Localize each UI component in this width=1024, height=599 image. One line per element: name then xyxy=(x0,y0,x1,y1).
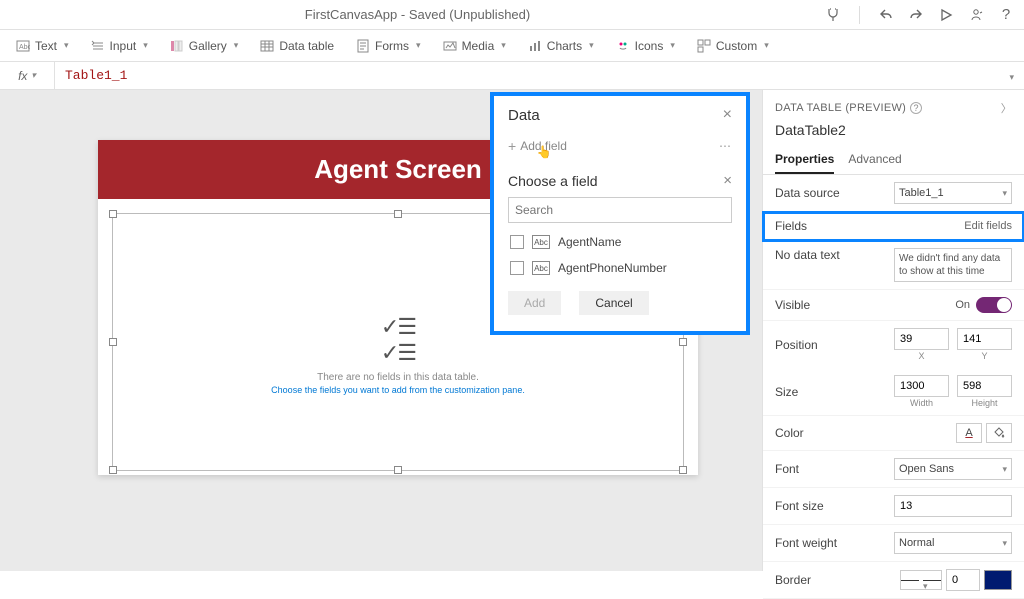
resize-handle[interactable] xyxy=(394,210,402,218)
data-pane: Data × + Add field 👆 ⋯ Choose a field × … xyxy=(490,92,750,335)
prop-label-nodata: No data text xyxy=(775,248,840,262)
more-icon[interactable]: ⋯ xyxy=(719,139,732,153)
cursor-icon: 👆 xyxy=(537,145,552,159)
insert-ribbon: Abc Text▾ Input▾ Gallery▾ Data table For… xyxy=(0,30,1024,62)
fontsize-input[interactable] xyxy=(894,495,1012,517)
field-option[interactable]: Abc AgentName xyxy=(508,229,732,255)
datasource-select[interactable]: Table1_1▾ xyxy=(894,182,1012,204)
border-width-input[interactable] xyxy=(946,569,980,591)
resize-handle[interactable] xyxy=(109,466,117,474)
svg-text:Abc: Abc xyxy=(19,44,30,51)
cancel-button[interactable]: Cancel xyxy=(579,291,648,315)
add-button[interactable]: Add xyxy=(508,291,561,315)
resize-handle[interactable] xyxy=(679,466,687,474)
share-icon[interactable] xyxy=(968,7,984,23)
prop-label-fontweight: Font weight xyxy=(775,536,837,550)
edit-fields-link[interactable]: Edit fields xyxy=(964,220,1012,232)
add-field-button[interactable]: + Add field 👆 xyxy=(508,138,586,154)
close-icon[interactable]: × xyxy=(723,106,732,124)
visible-toggle[interactable] xyxy=(976,297,1012,313)
help-icon[interactable]: ? xyxy=(998,7,1014,23)
border-style-select[interactable]: ▾ xyxy=(900,570,942,590)
fill-color-button[interactable] xyxy=(986,423,1012,443)
prop-label-position: Position xyxy=(775,338,818,352)
fontweight-select[interactable]: Normal▾ xyxy=(894,532,1012,554)
prop-label-fields: Fields xyxy=(775,219,807,233)
font-select[interactable]: Open Sans▾ xyxy=(894,458,1012,480)
formula-input[interactable] xyxy=(55,68,997,83)
choose-field-title: Choose a field xyxy=(508,173,598,189)
prop-label-font: Font xyxy=(775,462,799,476)
app-checker-icon[interactable] xyxy=(825,7,841,23)
text-type-icon: Abc xyxy=(532,235,550,249)
undo-icon[interactable] xyxy=(878,7,894,23)
ribbon-forms[interactable]: Forms▾ xyxy=(348,35,429,57)
border-color-swatch[interactable] xyxy=(984,570,1012,590)
size-w-input[interactable] xyxy=(894,375,949,397)
prop-label-visible: Visible xyxy=(775,298,810,312)
field-search-input[interactable] xyxy=(508,197,732,223)
tab-properties[interactable]: Properties xyxy=(775,146,834,174)
close-icon[interactable]: × xyxy=(723,172,732,189)
prop-label-color: Color xyxy=(775,426,804,440)
panel-expand-icon[interactable]: 〉 xyxy=(1001,100,1012,116)
ribbon-charts[interactable]: Charts▾ xyxy=(520,35,602,57)
prop-label-border: Border xyxy=(775,573,811,587)
tab-advanced[interactable]: Advanced xyxy=(848,146,901,174)
prop-label-fontsize: Font size xyxy=(775,499,824,513)
field-option[interactable]: Abc AgentPhoneNumber xyxy=(508,255,732,281)
data-pane-title: Data xyxy=(508,107,540,124)
ribbon-gallery[interactable]: Gallery▾ xyxy=(162,35,247,57)
ribbon-icons[interactable]: Icons▾ xyxy=(608,35,683,57)
redo-icon[interactable] xyxy=(908,7,924,23)
properties-panel: DATA TABLE (PREVIEW) ? 〉 DataTable2 Prop… xyxy=(762,90,1024,571)
ribbon-media[interactable]: Media▾ xyxy=(435,35,514,57)
ribbon-datatable[interactable]: Data table xyxy=(252,35,342,57)
font-color-button[interactable]: A xyxy=(956,423,982,443)
prop-label-datasource: Data source xyxy=(775,186,840,200)
nodata-text-input[interactable]: We didn't find any data to show at this … xyxy=(894,248,1012,282)
checkbox[interactable] xyxy=(510,261,524,275)
formula-expand-icon[interactable]: ▾ xyxy=(997,69,1024,83)
plus-icon: + xyxy=(508,138,516,154)
help-icon[interactable]: ? xyxy=(910,102,922,114)
app-title: FirstCanvasApp - Saved (Unpublished) xyxy=(10,7,825,22)
size-h-input[interactable] xyxy=(957,375,1012,397)
control-name: DataTable2 xyxy=(763,120,1024,146)
ribbon-text[interactable]: Abc Text▾ xyxy=(8,35,77,57)
position-y-input[interactable] xyxy=(957,328,1012,350)
prop-label-size: Size xyxy=(775,385,798,399)
panel-section-title: DATA TABLE (PREVIEW) xyxy=(775,102,906,114)
resize-handle[interactable] xyxy=(109,210,117,218)
empty-text-line1: There are no fields in this data table. xyxy=(113,372,683,383)
empty-text-line2: Choose the fields you want to add from t… xyxy=(113,385,683,395)
ribbon-input[interactable]: Input▾ xyxy=(83,35,156,57)
ribbon-custom[interactable]: Custom▾ xyxy=(689,35,777,57)
checkbox[interactable] xyxy=(510,235,524,249)
resize-handle[interactable] xyxy=(394,466,402,474)
position-x-input[interactable] xyxy=(894,328,949,350)
text-type-icon: Abc xyxy=(532,261,550,275)
fx-label[interactable]: fx▾ xyxy=(0,62,55,89)
play-icon[interactable] xyxy=(938,7,954,23)
